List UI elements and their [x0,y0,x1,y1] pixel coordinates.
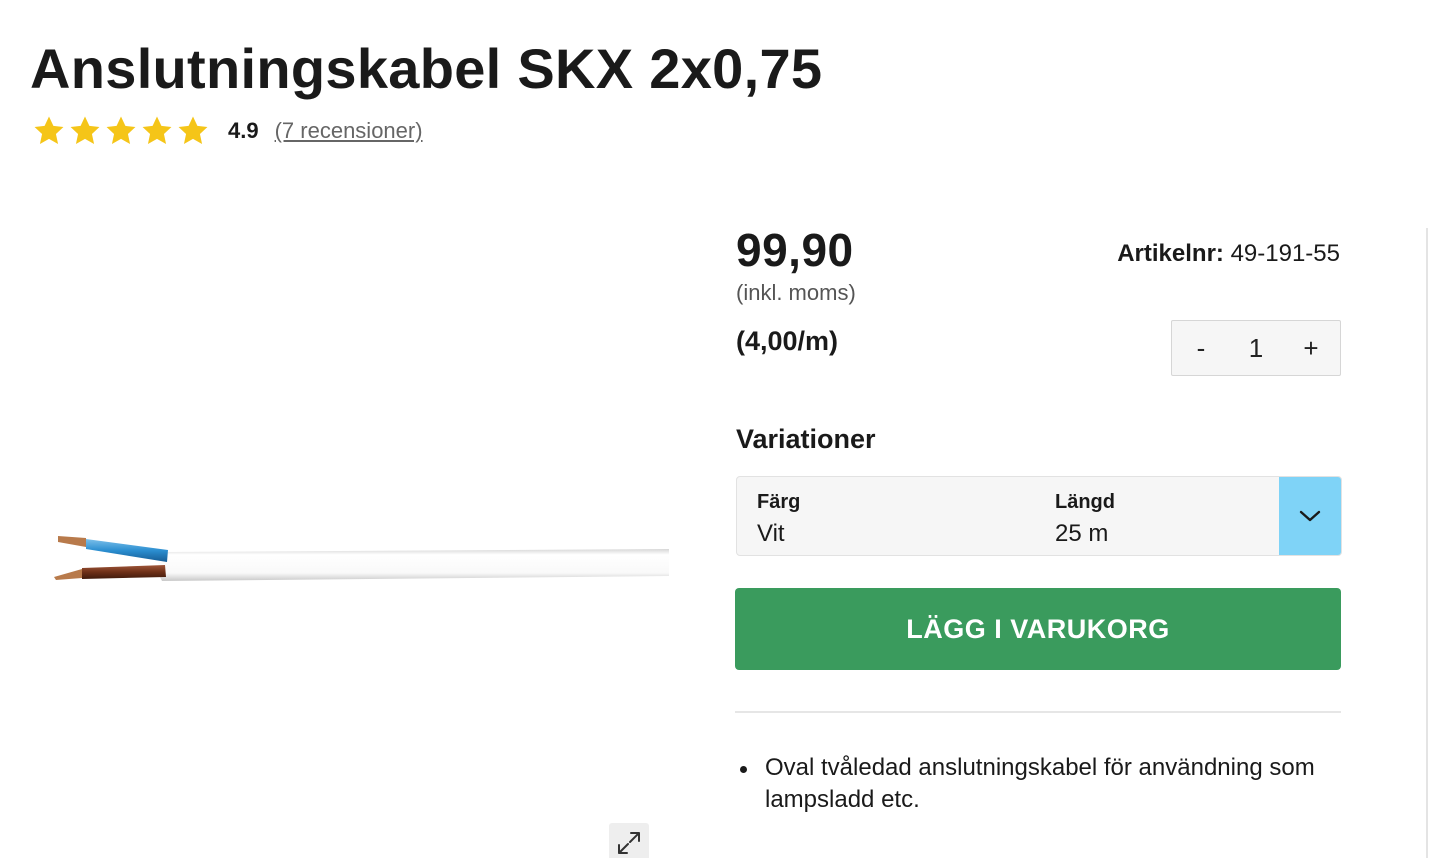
article-number-value: 49-191-55 [1230,240,1340,267]
variation-dropdown-button[interactable] [1279,477,1341,555]
rating-stars [32,114,210,148]
rating-value: 4.9 [228,118,259,143]
variations-heading: Variationer [736,424,876,454]
quantity-input[interactable] [1232,332,1280,364]
product-image-area [30,200,690,858]
star-icon [142,116,172,145]
price: 99,90 [736,224,854,276]
variation-select[interactable]: Färg Vit Längd 25 m [736,476,1342,556]
star-icon [178,116,208,145]
color-option: Färg Vit [737,477,1035,555]
product-image [54,536,669,581]
color-label: Färg [757,491,801,513]
star-icon [34,116,64,145]
length-value: 25 m [1055,520,1109,547]
divider [735,711,1341,713]
product-title: Anslutningskabel SKX 2x0,75 [30,37,823,100]
price-block: 99,90 (inkl. moms) (4,00/m) [736,222,856,358]
expand-icon [618,832,640,854]
unit-price: (4,00/m) [736,326,839,356]
reviews-link[interactable]: (7 recensioner) [275,118,423,144]
feature-list: Oval tvåledad anslutningskabel för använ… [736,752,1336,816]
article-number-label: Artikelnr: [1117,240,1224,267]
star-icon [106,116,136,145]
product-rating: 4.9 (7 recensioner) [32,112,423,150]
increment-button[interactable]: + [1282,321,1340,375]
chevron-down-icon [1299,510,1321,522]
feature-item: Oval tvåledad anslutningskabel för använ… [736,752,1336,816]
article-number: Artikelnr: 49-191-55 [1117,240,1340,268]
quantity-stepper: - + [1171,320,1341,376]
page-edge-line [1426,228,1428,858]
product-page: Anslutningskabel SKX 2x0,75 4.9 (7 recen… [0,0,1442,858]
length-option: Längd 25 m [1035,477,1279,555]
color-value: Vit [757,520,785,547]
add-to-cart-button[interactable]: LÄGG I VARUKORG [735,588,1341,670]
vat-note: (inkl. moms) [736,280,856,305]
length-label: Längd [1055,491,1115,513]
decrement-button[interactable]: - [1172,321,1230,375]
expand-image-button[interactable] [609,823,649,858]
star-icon [70,116,100,145]
